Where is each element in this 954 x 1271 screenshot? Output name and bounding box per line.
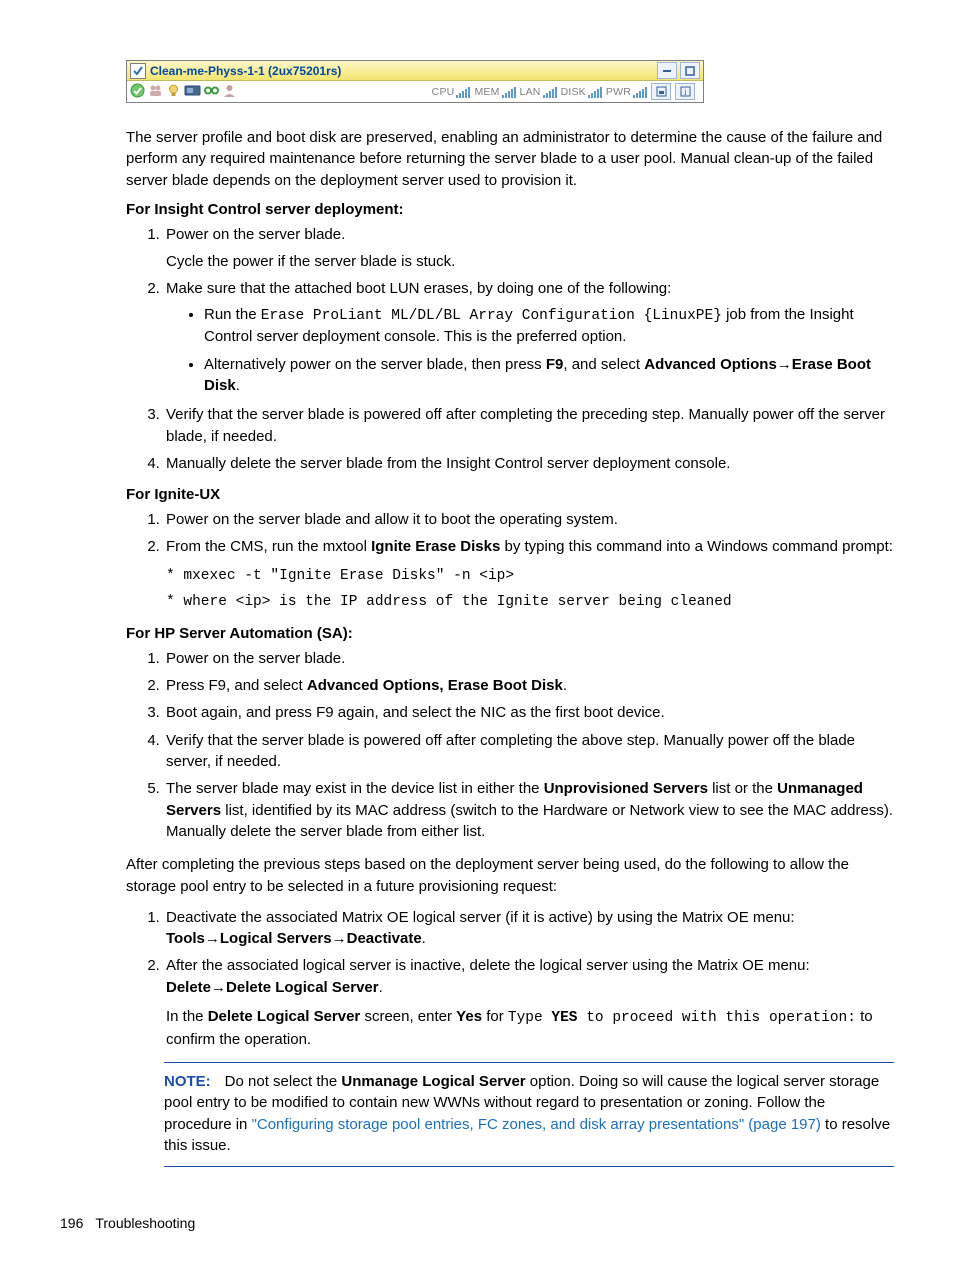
heading-insight: For Insight Control server deployment:	[126, 201, 894, 218]
meter-pwr-bars	[633, 86, 647, 98]
list-item: Make sure that the attached boot LUN era…	[164, 278, 894, 396]
svg-text:i: i	[684, 87, 687, 97]
restore-icon[interactable]	[680, 62, 700, 79]
list-item: The server blade may exist in the device…	[164, 778, 894, 842]
page-footer: 196 Troubleshooting	[60, 1215, 195, 1231]
bullet-item: Alternatively power on the server blade,…	[204, 354, 894, 397]
intro-paragraph: The server profile and boot disk are pre…	[126, 127, 894, 191]
meter-cpu-label: CPU	[432, 86, 455, 98]
list-item: Press F9, and select Advanced Options, E…	[164, 675, 894, 696]
list-item: Power on the server blade.	[164, 648, 894, 669]
person-icon	[222, 83, 237, 101]
heading-sa: For HP Server Automation (SA):	[126, 625, 894, 642]
note-rule-bottom	[164, 1166, 894, 1167]
list-item: Power on the server blade. Cycle the pow…	[164, 224, 894, 273]
list-item: Deactivate the associated Matrix OE logi…	[164, 907, 894, 950]
list-item: Power on the server blade and allow it t…	[164, 509, 894, 530]
meter-pwr-label: PWR	[606, 86, 631, 98]
tile-title: Clean-me-Physs-1-1 (2ux75201rs)	[150, 64, 657, 78]
list-item: Boot again, and press F9 again, and sele…	[164, 702, 894, 723]
xref-link[interactable]: "Configuring storage pool entries, FC zo…	[252, 1116, 821, 1133]
snapshot-icon[interactable]	[651, 83, 671, 100]
meter-disk-label: DISK	[561, 86, 586, 98]
server-tile: Clean-me-Physs-1-1 (2ux75201rs) CPU MEM …	[126, 60, 704, 103]
list-item: Verify that the server blade is powered …	[164, 404, 894, 447]
bullet-item: Run the Erase ProLiant ML/DL/BL Array Co…	[204, 304, 894, 348]
code-line: * mxexec -t "Ignite Erase Disks" -n <ip>	[166, 566, 894, 587]
list-item: After the associated logical server is i…	[164, 955, 894, 1049]
tile-status-row: CPU MEM LAN DISK PWR i	[127, 81, 703, 102]
code-line: * where <ip> is the IP address of the Ig…	[166, 592, 894, 613]
meter-lan-label: LAN	[520, 86, 541, 98]
meter-disk-bars	[588, 86, 602, 98]
note-label: NOTE:	[164, 1073, 211, 1090]
meter-cpu-bars	[456, 86, 470, 98]
lightbulb-icon	[166, 83, 181, 101]
list-item: Verify that the server blade is powered …	[164, 730, 894, 773]
drive-icon	[184, 83, 201, 101]
list-item: From the CMS, run the mxtool Ignite Eras…	[164, 536, 894, 612]
meter-mem-label: MEM	[474, 86, 499, 98]
status-ok-icon	[130, 83, 145, 101]
body-paragraph: After completing the previous steps base…	[126, 854, 894, 897]
list-item: Manually delete the server blade from th…	[164, 453, 894, 474]
page-number: 196	[60, 1215, 83, 1231]
note-block: NOTE:Do not select the Unmanage Logical …	[164, 1062, 894, 1167]
minimize-icon[interactable]	[657, 62, 677, 79]
meter-lan-bars	[543, 86, 557, 98]
info-icon[interactable]: i	[675, 83, 695, 100]
note-rule-top	[164, 1062, 894, 1063]
meter-mem-bars	[502, 86, 516, 98]
tile-checkbox-icon[interactable]	[130, 63, 146, 79]
link-icon	[204, 83, 219, 101]
tile-titlebar: Clean-me-Physs-1-1 (2ux75201rs)	[127, 61, 703, 81]
heading-ignite: For Ignite-UX	[126, 486, 894, 503]
section-label: Troubleshooting	[95, 1215, 195, 1231]
users-icon	[148, 83, 163, 101]
